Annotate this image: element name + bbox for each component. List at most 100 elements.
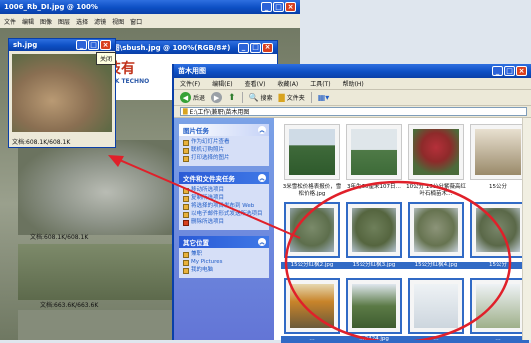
task-order-prints[interactable]: 联机订购照片 [183, 147, 265, 154]
panel-header[interactable]: 文件和文件夹任务 ︽ [179, 172, 269, 184]
menu-file[interactable]: 文件(F) [180, 79, 200, 88]
maximize-icon[interactable]: □ [504, 66, 515, 76]
explorer-menubar: 文件(F) 编辑(E) 查看(V) 收藏(A) 工具(T) 帮助(H) [174, 78, 531, 90]
minimize-icon[interactable]: _ [238, 42, 249, 53]
thumbnail-caption: 3年生60厘米107日… [347, 184, 401, 190]
menu-help[interactable]: 帮助(H) [343, 79, 364, 88]
printer-icon [183, 156, 189, 162]
menu-view[interactable]: 查看(V) [245, 79, 266, 88]
explorer-window: 苗木用图 _ □ × 文件(F) 编辑(E) 查看(V) 收藏(A) 工具(T)… [172, 64, 531, 343]
panel-header[interactable]: 图片任务 ︽ [179, 124, 269, 136]
thumbnail[interactable] [284, 124, 340, 180]
minimize-icon[interactable]: _ [261, 2, 272, 12]
vertical-scrollbar[interactable] [522, 118, 531, 340]
search-button[interactable]: 🔍 搜索 [249, 93, 273, 102]
explorer-title: 苗木用图 [178, 67, 206, 75]
folder-icon: ▇ [278, 93, 285, 102]
address-input[interactable]: ▇ E:\工作\兼职\苗木用图 [180, 107, 527, 116]
menu-tools[interactable]: 工具(T) [310, 79, 330, 88]
thumbnail-caption: 15公分红枫4.jpg [405, 262, 467, 269]
menu-item[interactable]: 选择 [76, 17, 88, 26]
minimize-icon[interactable]: _ [492, 66, 503, 76]
task-label: 联机订购照片 [191, 147, 225, 153]
folders-button[interactable]: ▇ 文件夹 [279, 93, 305, 102]
photo-window-back-titlebar[interactable]: 1006_Rb_DI.jpg @ 100% _ □ × [0, 0, 300, 14]
thumbnail-selected[interactable] [346, 202, 402, 258]
task-slideshow[interactable]: 作为幻灯片查看 [183, 139, 265, 146]
views-icon[interactable]: ▦▾ [318, 93, 330, 102]
file-tasks-panel: 文件和文件夹任务 ︽ 移动所选项目 复制所选项目 将选择的项目发布到 Web 以… [179, 172, 269, 230]
thumbnail[interactable] [408, 124, 464, 180]
task-print[interactable]: 打印选择的图片 [183, 155, 265, 162]
menu-item[interactable]: 视图 [112, 17, 124, 26]
thumbnail-caption: 3米雪松价格表报价，雪松价格.jpg [282, 184, 342, 197]
place-parttime[interactable]: 兼职 [183, 251, 265, 258]
thumbnail-caption: 10公分 15公分紫薇高红叶石楠苗木… [406, 184, 466, 197]
thumbnail-image [476, 208, 520, 252]
thumbnail-selected[interactable] [408, 278, 464, 334]
task-move[interactable]: 移动所选项目 [183, 187, 265, 194]
copy-icon [183, 196, 189, 202]
close-tooltip: 关闭 [96, 52, 117, 65]
thumbnail[interactable] [470, 124, 526, 180]
menu-favorites[interactable]: 收藏(A) [277, 79, 298, 88]
folders-label: 文件夹 [286, 95, 305, 102]
thumbnail-selected[interactable] [284, 278, 340, 334]
close-icon[interactable]: × [262, 42, 273, 53]
close-icon[interactable]: × [516, 66, 527, 76]
task-email[interactable]: 以电子邮件形式发送所选项目 [183, 211, 265, 218]
toolbar-separator [241, 92, 243, 103]
rock-tree-photo [12, 54, 112, 132]
thumbnail-image [290, 208, 334, 252]
photo-window-small-titlebar[interactable]: sh.jpg _ □ × [9, 39, 115, 51]
explorer-titlebar[interactable]: 苗木用图 _ □ × [174, 64, 531, 78]
tree-photo-canvas [18, 140, 178, 235]
thumbnail-selected[interactable] [470, 202, 526, 258]
other-places-panel: 其它位置 ︽ 兼职 My Pictures 我的电脑 [179, 236, 269, 278]
task-delete[interactable]: 删除所选项目 [183, 219, 265, 226]
task-publish[interactable]: 将选择的项目发布到 Web [183, 203, 265, 210]
forward-button[interactable]: ▶ [211, 92, 223, 103]
photo-window-back: 1006_Rb_DI.jpg @ 100% _ □ × 文件 编辑 图像 图层 … [0, 0, 300, 30]
menu-item[interactable]: 图像 [40, 17, 52, 26]
place-my-computer[interactable]: 我的电脑 [183, 267, 265, 274]
maximize-icon[interactable]: □ [273, 2, 284, 12]
thumbnail-selected[interactable] [284, 202, 340, 258]
maximize-icon[interactable]: □ [88, 40, 99, 50]
back-arrow-icon: ◀ [180, 92, 191, 103]
picture-tasks-panel: 图片任务 ︽ 作为幻灯片查看 联机订购照片 打印选择的图片 [179, 124, 269, 166]
menu-item[interactable]: 图层 [58, 17, 70, 26]
task-copy[interactable]: 复制所选项目 [183, 195, 265, 202]
place-my-pictures[interactable]: My Pictures [183, 259, 265, 266]
thumbnail-selected[interactable] [470, 278, 526, 334]
thumbnail-image [289, 129, 335, 175]
minimize-icon[interactable]: _ [76, 40, 87, 50]
chevron-up-icon[interactable]: ︽ [258, 238, 266, 246]
maximize-icon[interactable]: □ [250, 42, 261, 53]
menu-edit[interactable]: 编辑(E) [212, 79, 232, 88]
chevron-up-icon[interactable]: ︽ [258, 126, 266, 134]
chevron-up-icon[interactable]: ︽ [258, 174, 266, 182]
thumbnail-caption: 15公分红枫3.jpg [343, 262, 405, 269]
menu-item[interactable]: 文件 [4, 17, 16, 26]
folder-icon [183, 260, 189, 266]
thumbnail-selected[interactable] [346, 278, 402, 334]
task-label: 将选择的项目发布到 Web [191, 203, 255, 209]
address-bar: ▇ E:\工作\兼职\苗木用图 [174, 106, 531, 118]
close-icon[interactable]: × [285, 2, 296, 12]
panel-header[interactable]: 其它位置 ︽ [179, 236, 269, 248]
thumbnail-image [413, 129, 459, 175]
back-button[interactable]: ◀ 后退 [180, 92, 205, 103]
thumbnail[interactable] [346, 124, 402, 180]
menu-item[interactable]: 编辑 [22, 17, 34, 26]
menu-item[interactable]: 滤镜 [94, 17, 106, 26]
thumbnail-image [290, 284, 334, 328]
thumbnail-selected[interactable] [408, 202, 464, 258]
menu-item[interactable]: 窗口 [130, 17, 142, 26]
thumbnail-image [352, 208, 396, 252]
task-label: 打印选择的图片 [191, 155, 230, 161]
up-folder-icon[interactable]: ⬆ [228, 93, 236, 103]
slideshow-icon [183, 140, 189, 146]
document-size-status: 文档:608.1K/608.1K [12, 139, 71, 146]
close-icon[interactable]: × [100, 40, 111, 50]
